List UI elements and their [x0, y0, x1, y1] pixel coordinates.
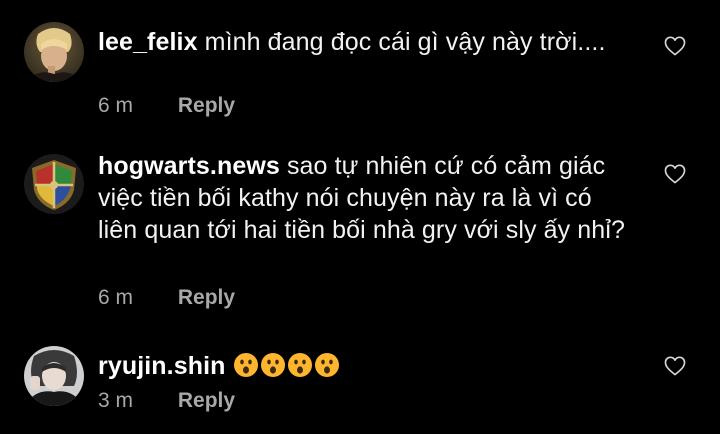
reply-button[interactable]: Reply: [178, 94, 235, 117]
reply-button[interactable]: Reply: [178, 286, 235, 309]
heart-outline-icon[interactable]: [664, 36, 686, 56]
comment-meta: 3 m Reply: [98, 389, 235, 413]
hushed-face-emoji: [314, 352, 340, 378]
comment-timestamp: 6 m: [98, 286, 134, 309]
avatar[interactable]: [24, 154, 84, 214]
comment-text: ryujin.shin: [98, 350, 638, 382]
comment-timestamp: 3 m: [98, 389, 134, 412]
comment-meta: 6 m Reply: [98, 286, 235, 310]
avatar[interactable]: [24, 22, 84, 82]
reply-button[interactable]: Reply: [178, 389, 235, 412]
comment-text: lee_felix mình đang đọc cái gì vậy này t…: [98, 26, 638, 58]
emoji-group: [233, 352, 341, 380]
comment-username[interactable]: hogwarts.news: [98, 152, 280, 180]
hushed-face-emoji: [260, 352, 286, 378]
comment-timestamp: 6 m: [98, 94, 134, 117]
avatar[interactable]: [24, 346, 84, 406]
hushed-face-emoji: [287, 352, 313, 378]
comment-meta: 6 m Reply: [98, 94, 235, 118]
comment-username[interactable]: ryujin.shin: [98, 352, 226, 380]
hushed-face-emoji: [233, 352, 259, 378]
comment-body: mình đang đọc cái gì vậy này trời....: [204, 28, 606, 56]
heart-outline-icon[interactable]: [664, 356, 686, 376]
comment-username[interactable]: lee_felix: [98, 28, 198, 56]
comment-text: hogwarts.news sao tự nhiên cứ có cảm giá…: [98, 150, 638, 246]
heart-outline-icon[interactable]: [664, 164, 686, 184]
